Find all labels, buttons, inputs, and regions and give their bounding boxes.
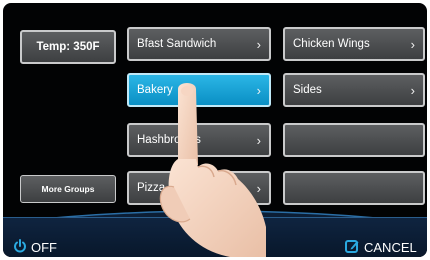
temp-label: Temp: 350F — [36, 41, 100, 53]
more-groups-label: More Groups — [41, 184, 95, 194]
chevron-right-icon: › — [410, 82, 415, 98]
cancel-button[interactable]: CANCEL — [345, 239, 417, 256]
off-button[interactable]: OFF — [13, 239, 57, 256]
menu-item-label: Bfast Sandwich — [137, 38, 217, 50]
pointing-hand-image — [159, 83, 266, 257]
menu-item-label: Sides — [293, 84, 322, 96]
edit-icon — [345, 239, 359, 256]
menu-item-sides[interactable]: Sides › — [283, 73, 425, 107]
menu-item-label: Chicken Wings — [293, 38, 370, 50]
chevron-right-icon: › — [256, 36, 261, 52]
menu-item-empty[interactable] — [283, 123, 425, 157]
chevron-right-icon: › — [410, 36, 415, 52]
menu-item-chicken-wings[interactable]: Chicken Wings › — [283, 27, 425, 61]
power-icon — [13, 239, 27, 256]
off-label: OFF — [31, 240, 57, 255]
menu-item-bfast-sandwich[interactable]: Bfast Sandwich › — [127, 27, 271, 61]
cancel-label: CANCEL — [364, 240, 417, 255]
touch-screen: Temp: 350F More Groups Bfast Sandwich › … — [3, 3, 427, 257]
temp-button[interactable]: Temp: 350F — [20, 30, 116, 64]
